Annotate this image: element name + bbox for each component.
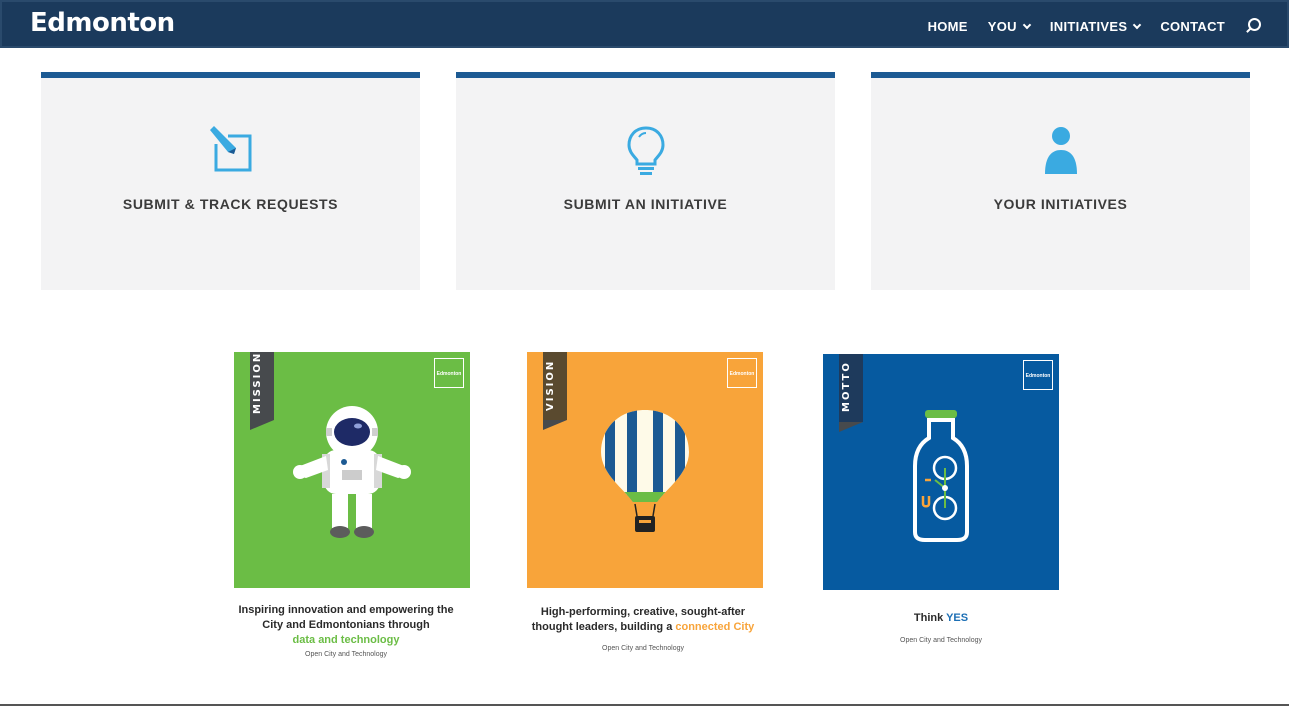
lightbulb-icon bbox=[626, 126, 665, 175]
ribbon-banner: MOTTO bbox=[839, 354, 863, 432]
card-label: SUBMIT & TRACK REQUESTS bbox=[122, 196, 339, 212]
card-submit-track-requests[interactable]: SUBMIT & TRACK REQUESTS bbox=[41, 72, 420, 290]
footer-divider bbox=[0, 704, 1289, 706]
user-icon bbox=[1044, 127, 1077, 174]
card-submit-initiative[interactable]: SUBMIT AN INITIATIVE bbox=[456, 72, 835, 290]
caption-line: thought leaders, building a bbox=[531, 621, 673, 633]
ribbon-banner: VISION bbox=[543, 352, 567, 430]
edmonton-logo[interactable]: Edmonton bbox=[30, 8, 175, 38]
edmonton-mini-logo: Edmonton bbox=[434, 358, 464, 388]
vision-caption: High-performing, creative, sought-after … bbox=[523, 605, 763, 635]
top-navigation-bar: Edmonton HOME YOU INITIATIVES CONTACT bbox=[0, 0, 1289, 48]
motto-caption: Think YES bbox=[823, 611, 1059, 626]
poster-subtext: Open City and Technology bbox=[900, 637, 982, 644]
edmonton-mini-logo: Edmonton bbox=[727, 358, 757, 388]
caption-line: Inspiring innovation and empowering the bbox=[238, 604, 454, 616]
card-label: YOUR INITIATIVES bbox=[993, 196, 1128, 212]
nav-contact-label: CONTACT bbox=[1160, 18, 1225, 34]
caption-highlight: connected City bbox=[675, 621, 755, 633]
chevron-down-icon bbox=[1022, 20, 1032, 29]
ribbon-banner: MISSION bbox=[250, 352, 274, 430]
mission-poster: MISSION Edmonton bbox=[234, 352, 470, 588]
hot-air-balloon-illustration bbox=[601, 410, 689, 532]
nav-you-label: YOU bbox=[987, 18, 1017, 34]
main-nav: HOME YOU INITIATIVES CONTACT bbox=[928, 2, 1261, 50]
edit-icon bbox=[209, 126, 251, 172]
ribbon-label: MISSION bbox=[252, 352, 263, 414]
card-your-initiatives[interactable]: YOUR INITIATIVES bbox=[871, 72, 1250, 290]
chevron-down-icon bbox=[1133, 20, 1142, 29]
nav-contact[interactable]: CONTACT bbox=[1160, 19, 1225, 34]
ribbon-label: MOTTO bbox=[841, 361, 852, 413]
nav-initiatives[interactable]: INITIATIVES bbox=[1049, 18, 1142, 34]
card-label: SUBMIT AN INITIATIVE bbox=[563, 196, 728, 212]
caption-line: Think bbox=[913, 612, 944, 624]
caption-highlight: YES bbox=[946, 612, 969, 624]
nav-home-label: HOME bbox=[927, 18, 968, 34]
caption-line: City and Edmontonians through bbox=[262, 619, 430, 631]
vision-poster: VISION Edmonton bbox=[527, 352, 763, 588]
search-icon[interactable] bbox=[1245, 18, 1261, 34]
nav-initiatives-label: INITIATIVES bbox=[1049, 18, 1128, 34]
bottle-bicycle-illustration bbox=[913, 410, 969, 542]
motto-poster: MOTTO Edmonton bbox=[823, 354, 1059, 590]
edmonton-mini-logo: Edmonton bbox=[1023, 360, 1053, 390]
caption-line: High-performing, creative, sought-after bbox=[540, 606, 746, 618]
nav-you[interactable]: YOU bbox=[987, 18, 1032, 34]
poster-subtext: Open City and Technology bbox=[602, 645, 684, 652]
poster-subtext: Open City and Technology bbox=[305, 651, 387, 658]
astronaut-illustration bbox=[293, 406, 411, 538]
ribbon-label: VISION bbox=[545, 359, 556, 411]
mission-caption: Inspiring innovation and empowering the … bbox=[230, 603, 462, 648]
caption-highlight: data and technology bbox=[292, 634, 400, 646]
nav-home[interactable]: HOME bbox=[928, 19, 968, 34]
